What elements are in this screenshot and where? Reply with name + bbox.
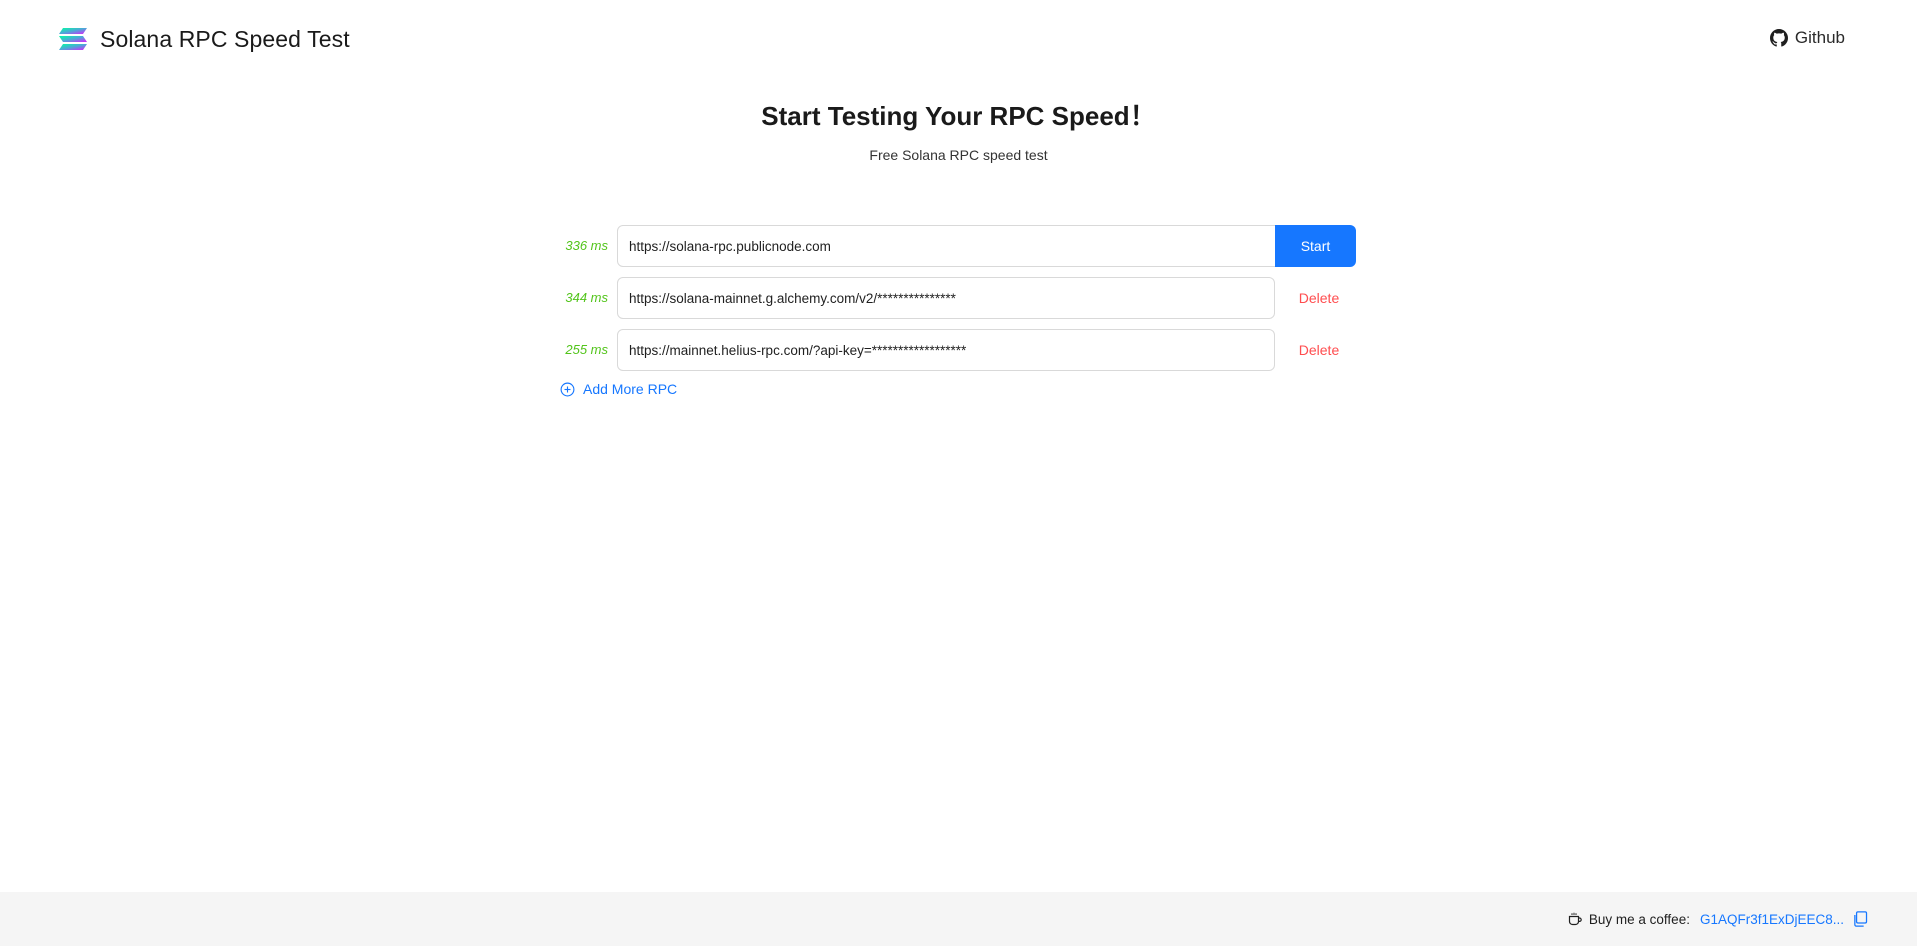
add-more-label: Add More RPC [583,381,678,397]
hero: Start Testing Your RPC Speed！ Free Solan… [0,96,1917,163]
delete-button[interactable]: Delete [1282,329,1356,371]
github-label: Github [1794,28,1845,47]
rpc-url-input[interactable] [617,225,1276,267]
rpc-row: 255 ms Delete [560,329,1356,371]
rpc-row: 344 ms Delete [560,277,1356,319]
github-icon [1769,29,1788,47]
rpc-url-input[interactable] [617,277,1275,319]
footer: Buy me a coffee: G1AQFr3f1ExDjEEC8... [0,892,1917,946]
coffee-cup-icon [1568,912,1582,926]
github-link[interactable]: Github [1769,28,1845,48]
rpc-row: 336 ms Start [560,225,1356,267]
latency-label: 336 ms [565,238,608,253]
app-title: Solana RPC Speed Test [100,25,350,52]
latency-label: 255 ms [565,342,608,357]
latency-label: 344 ms [565,290,608,305]
plus-circle-icon [560,382,575,396]
coffee-label: Buy me a coffee: [1588,911,1690,927]
rpc-url-input[interactable] [617,329,1275,371]
start-button[interactable]: Start [1275,225,1356,267]
coffee-donation: Buy me a coffee: G1AQFr3f1ExDjEEC8... [1567,892,1868,946]
wallet-address-link[interactable]: G1AQFr3f1ExDjEEC8... [1700,912,1844,927]
copy-icon[interactable] [1852,911,1868,927]
page-title: Start Testing Your RPC Speed！ [761,101,1156,131]
solana-logo-icon [59,28,87,50]
delete-button[interactable]: Delete [1282,277,1356,319]
page-subtitle: Free Solana RPC speed test [869,147,1048,163]
app-header: Solana RPC Speed Test Github [0,0,1917,76]
rpc-list: 336 ms Start 344 ms Delete 255 ms Delete… [560,225,1356,397]
add-more-rpc-button[interactable]: Add More RPC [560,381,677,397]
brand: Solana RPC Speed Test [58,24,350,54]
